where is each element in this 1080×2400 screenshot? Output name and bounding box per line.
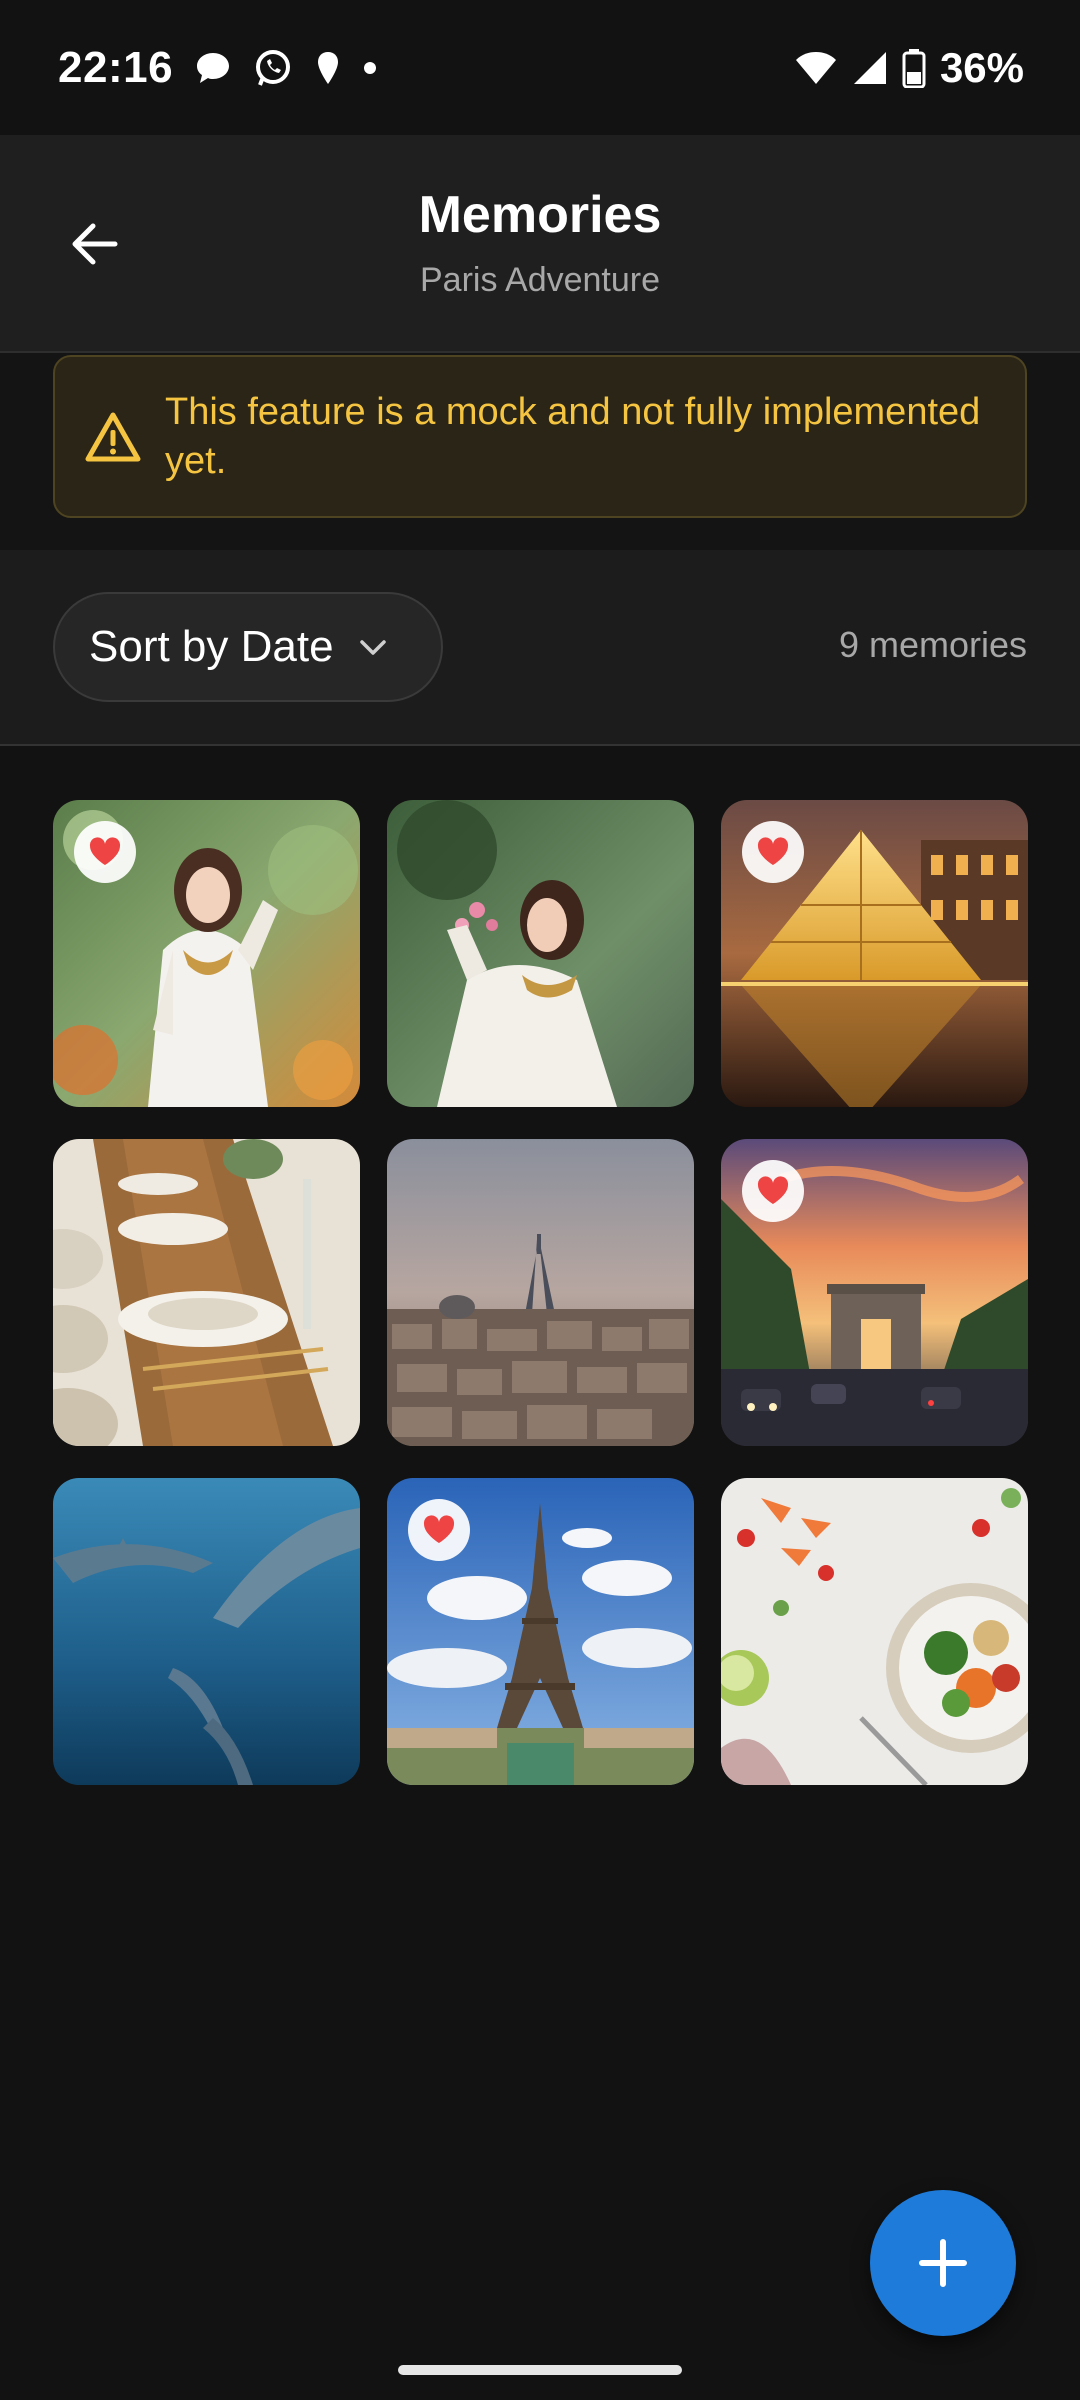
chevron-down-icon: [358, 637, 388, 657]
photo-woman-holding-flowers: [387, 800, 694, 1107]
sort-button[interactable]: Sort by Date: [53, 592, 443, 702]
memory-tile[interactable]: [721, 1139, 1028, 1446]
favorite-badge[interactable]: [742, 821, 804, 883]
warning-banner: This feature is a mock and not fully imp…: [53, 355, 1027, 518]
location-pin-icon: [315, 50, 341, 86]
add-memory-button[interactable]: [870, 2190, 1016, 2336]
heart-icon: [757, 837, 789, 865]
page-subtitle: Paris Adventure: [419, 261, 661, 299]
warning-text: This feature is a mock and not fully imp…: [165, 390, 981, 482]
memory-tile[interactable]: [721, 800, 1028, 1107]
memory-tile[interactable]: [721, 1478, 1028, 1785]
photo-dolphins: [53, 1478, 360, 1785]
memory-tile[interactable]: [53, 800, 360, 1107]
photo-food-bowl: [721, 1478, 1028, 1785]
photo-banquet-table: [53, 1139, 360, 1446]
warning-triangle-icon: [85, 412, 141, 461]
dot-icon: [363, 61, 377, 75]
memory-grid: [53, 800, 1028, 1785]
battery-percentage: 36%: [939, 43, 1024, 91]
favorite-badge[interactable]: [408, 1499, 470, 1561]
signal-icon: [852, 50, 888, 86]
banner-zone: This feature is a mock and not fully imp…: [0, 353, 1080, 550]
whatsapp-icon: [253, 48, 293, 88]
status-left: 22:16: [58, 43, 377, 93]
status-right: 36%: [794, 44, 1024, 92]
memory-tile[interactable]: [387, 1139, 694, 1446]
app-header: Memories Paris Adventure: [0, 135, 1080, 353]
favorite-badge[interactable]: [742, 1160, 804, 1222]
heart-icon: [757, 1176, 789, 1204]
status-time: 22:16: [58, 42, 174, 92]
heart-icon: [423, 1515, 455, 1543]
toolbar: Sort by Date 9 memories: [0, 550, 1080, 746]
page-title: Memories: [418, 186, 662, 244]
header-titles: Memories Paris Adventure: [0, 185, 1080, 300]
wifi-icon: [794, 50, 838, 86]
home-indicator[interactable]: [398, 2365, 682, 2375]
memory-count: 9 memories: [838, 624, 1027, 665]
heart-icon: [89, 837, 121, 865]
memory-tile[interactable]: [53, 1478, 360, 1785]
plus-icon: [919, 2239, 967, 2287]
sort-label: Sort by Date: [89, 622, 334, 671]
memory-tile[interactable]: [387, 800, 694, 1107]
memory-tile[interactable]: [53, 1139, 360, 1446]
memory-tile[interactable]: [387, 1478, 694, 1785]
favorite-badge[interactable]: [74, 821, 136, 883]
chat-bubble-icon: [195, 51, 231, 85]
status-bar: 22:16 36%: [0, 0, 1080, 135]
battery-icon: [902, 48, 926, 88]
photo-paris-skyline: [387, 1139, 694, 1446]
